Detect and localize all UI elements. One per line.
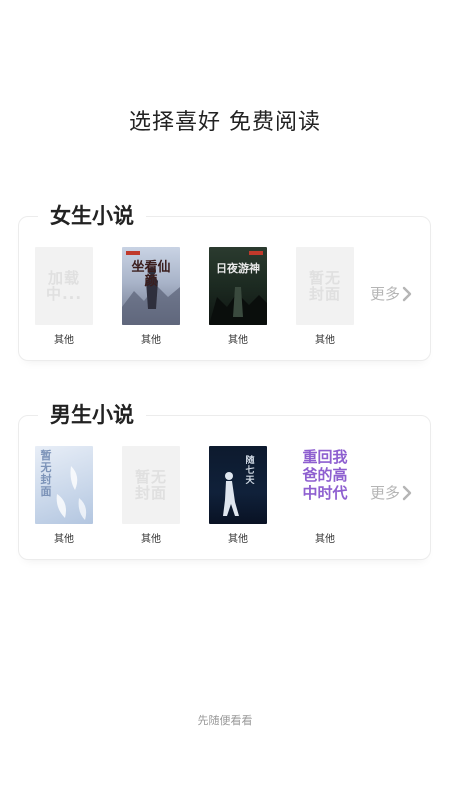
book-cover: 坐看仙颜 (122, 247, 180, 325)
book-item[interactable]: 重回我爸的高中时代 其他 (294, 446, 356, 546)
book-cover: 暂无封面 (35, 446, 93, 524)
book-cover-title: 日夜游神 (216, 262, 260, 275)
skip-link[interactable]: 先随便看看 (0, 712, 450, 728)
book-category: 其他 (315, 335, 335, 346)
genre-selection-screen: 选择喜好 免费阅读 加载中... 其他 坐看仙颜 其他 日夜游神 其他 暂无封面… (0, 0, 450, 800)
book-item[interactable]: 坐看仙颜 其他 (120, 247, 182, 347)
male-book-list: 暂无封面 其他 暂无封面 其他 随七天 其他 重回我爸的高中时代 其他 (33, 446, 373, 546)
book-category: 其他 (141, 534, 161, 545)
book-cover: 重回我爸的高中时代 (296, 446, 354, 524)
book-cover-placeholder: 暂无封面 (296, 247, 354, 325)
section-title: 男生小说 (38, 399, 146, 431)
book-category: 其他 (54, 534, 74, 545)
chevron-right-icon (402, 286, 412, 301)
book-item[interactable]: 暂无封面 其他 (33, 446, 95, 546)
chevron-right-icon (402, 485, 412, 500)
book-cover-title: 随七天 (245, 456, 255, 486)
book-category: 其他 (228, 534, 248, 545)
female-novels-section: 加载中... 其他 坐看仙颜 其他 日夜游神 其他 暂无封面 其他 更多 女生小… (18, 200, 431, 361)
female-novels-card: 加载中... 其他 坐看仙颜 其他 日夜游神 其他 暂无封面 其他 更多 (18, 216, 431, 361)
book-cover-title: 坐看仙颜 (131, 260, 171, 289)
book-category: 其他 (141, 335, 161, 346)
book-item[interactable]: 加载中... 其他 (33, 247, 95, 347)
book-item[interactable]: 暂无封面 其他 (120, 446, 182, 546)
male-novels-card: 暂无封面 其他 暂无封面 其他 随七天 其他 重回我爸的高中时代 其他 更多 (18, 415, 431, 560)
book-category: 其他 (54, 335, 74, 346)
book-cover-title: 重回我爸的高中时代 (302, 448, 348, 502)
more-label: 更多 (369, 484, 400, 502)
book-category: 其他 (315, 534, 335, 545)
more-label: 更多 (369, 285, 400, 303)
book-cover-loading: 加载中... (35, 247, 93, 325)
page-title: 选择喜好 免费阅读 (129, 110, 321, 135)
book-cover-title: 暂无封面 (40, 449, 52, 498)
book-cover: 随七天 (209, 446, 267, 524)
female-book-list: 加载中... 其他 坐看仙颜 其他 日夜游神 其他 暂无封面 其他 (33, 247, 373, 347)
male-novels-section: 暂无封面 其他 暂无封面 其他 随七天 其他 重回我爸的高中时代 其他 更多 男… (18, 399, 431, 560)
book-item[interactable]: 日夜游神 其他 (207, 247, 269, 347)
book-cover-placeholder: 暂无封面 (122, 446, 180, 524)
book-item[interactable]: 随七天 其他 (207, 446, 269, 546)
book-category: 其他 (228, 335, 248, 346)
section-title: 女生小说 (38, 200, 146, 232)
female-more-button[interactable]: 更多 (370, 283, 412, 304)
male-more-button[interactable]: 更多 (370, 482, 412, 503)
book-cover: 日夜游神 (209, 247, 267, 325)
book-item[interactable]: 暂无封面 其他 (294, 247, 356, 347)
